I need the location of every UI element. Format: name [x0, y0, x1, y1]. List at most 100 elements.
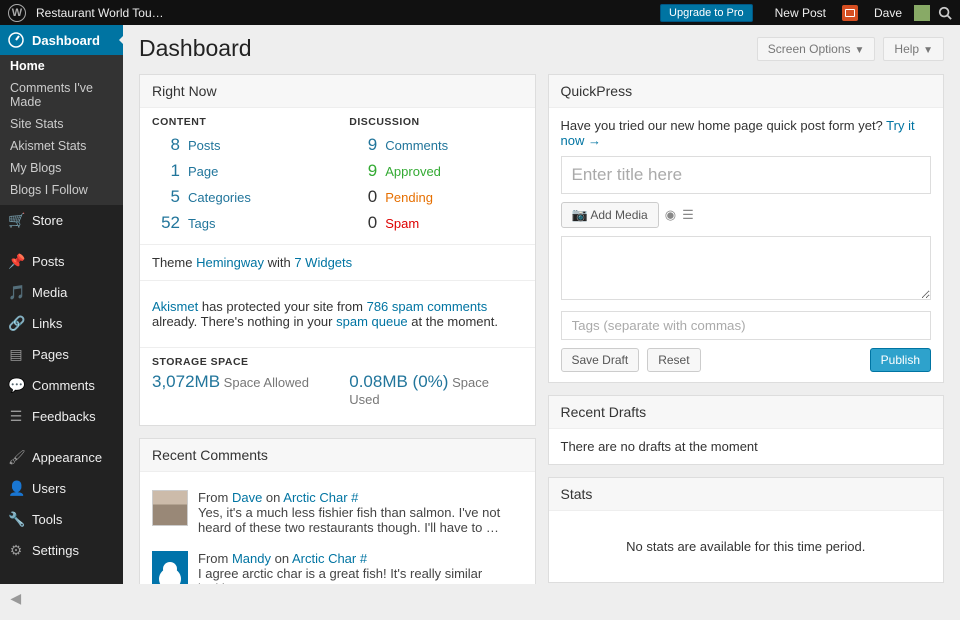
avatar[interactable] [914, 5, 930, 21]
sidebar-item-comments[interactable]: 💬 Comments [0, 370, 123, 401]
media-icon: 🎵 [8, 284, 24, 301]
help-button[interactable]: Help▼ [883, 37, 944, 61]
akismet-link[interactable]: Akismet [152, 299, 198, 314]
new-post-link[interactable]: New Post [775, 6, 826, 20]
sidebar-item-feedbacks[interactable]: ☰Feedbacks [0, 401, 123, 432]
sidebar-item-appearance[interactable]: 🖌Appearance [0, 442, 123, 473]
form-icon[interactable]: ☰ [682, 207, 694, 223]
gear-icon: ⚙ [8, 542, 24, 559]
wordpress-logo-icon[interactable]: W [8, 4, 26, 22]
stat-page[interactable]: 1Page [152, 158, 325, 184]
page-title: Dashboard [139, 35, 749, 62]
stat-tags[interactable]: 52Tags [152, 210, 325, 236]
collapse-menu[interactable]: ◀ Collapse menu [0, 576, 123, 620]
sidebar-sub-home[interactable]: Home [0, 55, 123, 77]
save-draft-button[interactable]: Save Draft [561, 348, 640, 372]
sidebar-item-users[interactable]: 👤Users [0, 473, 123, 504]
reset-button[interactable]: Reset [647, 348, 700, 372]
comment-post-link[interactable]: Arctic Char # [283, 490, 358, 505]
theme-info: Theme Hemingway with 7 Widgets [140, 244, 535, 280]
upgrade-button[interactable]: Upgrade to Pro [660, 4, 753, 22]
sidebar-sub-site-stats[interactable]: Site Stats [0, 113, 123, 135]
recent-drafts-widget: Recent Drafts There are no drafts at the… [548, 395, 945, 465]
stats-widget: Stats No stats are available for this ti… [548, 477, 945, 583]
poll-icon[interactable]: ◉ [665, 207, 676, 223]
sidebar-item-label: Posts [32, 254, 65, 269]
page-icon: ▤ [8, 346, 24, 363]
sidebar-item-settings[interactable]: ⚙ Settings [0, 535, 123, 566]
comment-post-link[interactable]: Arctic Char # [292, 551, 367, 566]
stat-comments[interactable]: 9Comments [349, 132, 522, 158]
sidebar-item-label: Pages [32, 347, 69, 362]
camera-icon: 📷 [572, 207, 588, 222]
feedback-icon: ☰ [8, 408, 24, 425]
sidebar-item-label: Collapse menu [31, 583, 115, 613]
post-content-textarea[interactable] [561, 236, 932, 300]
sidebar-item-label: Store [32, 213, 63, 228]
stat-categories[interactable]: 5Categories [152, 184, 325, 210]
publish-button[interactable]: Publish [870, 348, 931, 372]
widget-title: Recent Comments [140, 439, 535, 472]
add-media-button[interactable]: 📷 Add Media [561, 202, 659, 228]
cart-icon: 🛒 [8, 212, 24, 229]
post-tags-input[interactable] [561, 311, 932, 340]
comment-item: From Dave on Arctic Char # Yes, it's a m… [152, 482, 523, 543]
stats-empty-text: No stats are available for this time per… [549, 511, 944, 582]
avatar [152, 490, 188, 526]
sidebar-item-dashboard[interactable]: Dashboard [0, 25, 123, 55]
chevron-down-icon: ▼ [855, 45, 865, 56]
quickpress-prompt: Have you tried our new home page quick p… [561, 118, 932, 148]
search-icon[interactable] [938, 6, 952, 20]
sidebar-sub-my-blogs[interactable]: My Blogs [0, 157, 123, 179]
notifications-icon[interactable] [842, 5, 858, 21]
content-heading: CONTENT [152, 108, 325, 132]
comment-body: I agree arctic char is a great fish! It'… [198, 566, 523, 584]
sidebar-item-label: Media [32, 285, 67, 300]
stat-pending[interactable]: 0Pending [349, 184, 522, 210]
comment-author-link[interactable]: Mandy [232, 551, 271, 566]
wrench-icon: 🔧 [8, 511, 24, 528]
post-title-input[interactable] [561, 156, 932, 194]
sidebar-item-label: Appearance [32, 450, 102, 465]
sidebar-item-label: Settings [32, 543, 79, 558]
stat-posts[interactable]: 8Posts [152, 132, 325, 158]
widget-title: QuickPress [549, 75, 944, 108]
sidebar-item-store[interactable]: 🛒 Store [0, 205, 123, 236]
user-name[interactable]: Dave [874, 6, 902, 20]
sidebar-sub-blogs-follow[interactable]: Blogs I Follow [0, 179, 123, 201]
recent-comments-widget: Recent Comments From Dave on Arctic Char… [139, 438, 536, 584]
storage-heading: STORAGE SPACE [140, 348, 535, 372]
spam-count-link[interactable]: 786 spam comments [367, 299, 488, 314]
drafts-empty-text: There are no drafts at the moment [549, 429, 944, 464]
pin-icon: 📌 [8, 253, 24, 270]
main-content: Dashboard Screen Options▼ Help▼ Right No… [123, 25, 960, 584]
collapse-icon: ◀ [8, 590, 23, 607]
sidebar-sub-akismet-stats[interactable]: Akismet Stats [0, 135, 123, 157]
stat-spam[interactable]: 0Spam [349, 210, 522, 236]
sidebar-item-label: Comments [32, 378, 95, 393]
widget-title: Right Now [140, 75, 535, 108]
comment-author-link[interactable]: Dave [232, 490, 262, 505]
discussion-heading: DISCUSSION [349, 108, 522, 132]
sidebar-item-tools[interactable]: 🔧 Tools [0, 504, 123, 535]
sidebar-submenu: Home Comments I've Made Site Stats Akism… [0, 55, 123, 205]
sidebar-item-label: Tools [32, 512, 62, 527]
spam-queue-link[interactable]: spam queue [336, 314, 408, 329]
widgets-link[interactable]: 7 Widgets [294, 255, 352, 270]
sidebar-sub-comments-made[interactable]: Comments I've Made [0, 77, 123, 113]
sidebar-item-label: Dashboard [32, 33, 100, 48]
screen-options-button[interactable]: Screen Options▼ [757, 37, 876, 61]
comment-icon: 💬 [8, 377, 24, 394]
theme-link[interactable]: Hemingway [196, 255, 264, 270]
right-now-widget: Right Now CONTENT 8Posts 1Page 5Categori… [139, 74, 536, 426]
admin-sidebar: Dashboard Home Comments I've Made Site S… [0, 25, 123, 584]
sidebar-item-media[interactable]: 🎵 Media [0, 277, 123, 308]
widget-title: Recent Drafts [549, 396, 944, 429]
sidebar-item-links[interactable]: 🔗Links [0, 308, 123, 339]
sidebar-item-pages[interactable]: ▤ Pages [0, 339, 123, 370]
sidebar-item-posts[interactable]: 📌 Posts [0, 246, 123, 277]
stat-approved[interactable]: 9Approved [349, 158, 522, 184]
site-title[interactable]: Restaurant World Tou… [36, 6, 164, 20]
widget-title: Stats [549, 478, 944, 511]
user-icon: 👤 [8, 480, 24, 497]
